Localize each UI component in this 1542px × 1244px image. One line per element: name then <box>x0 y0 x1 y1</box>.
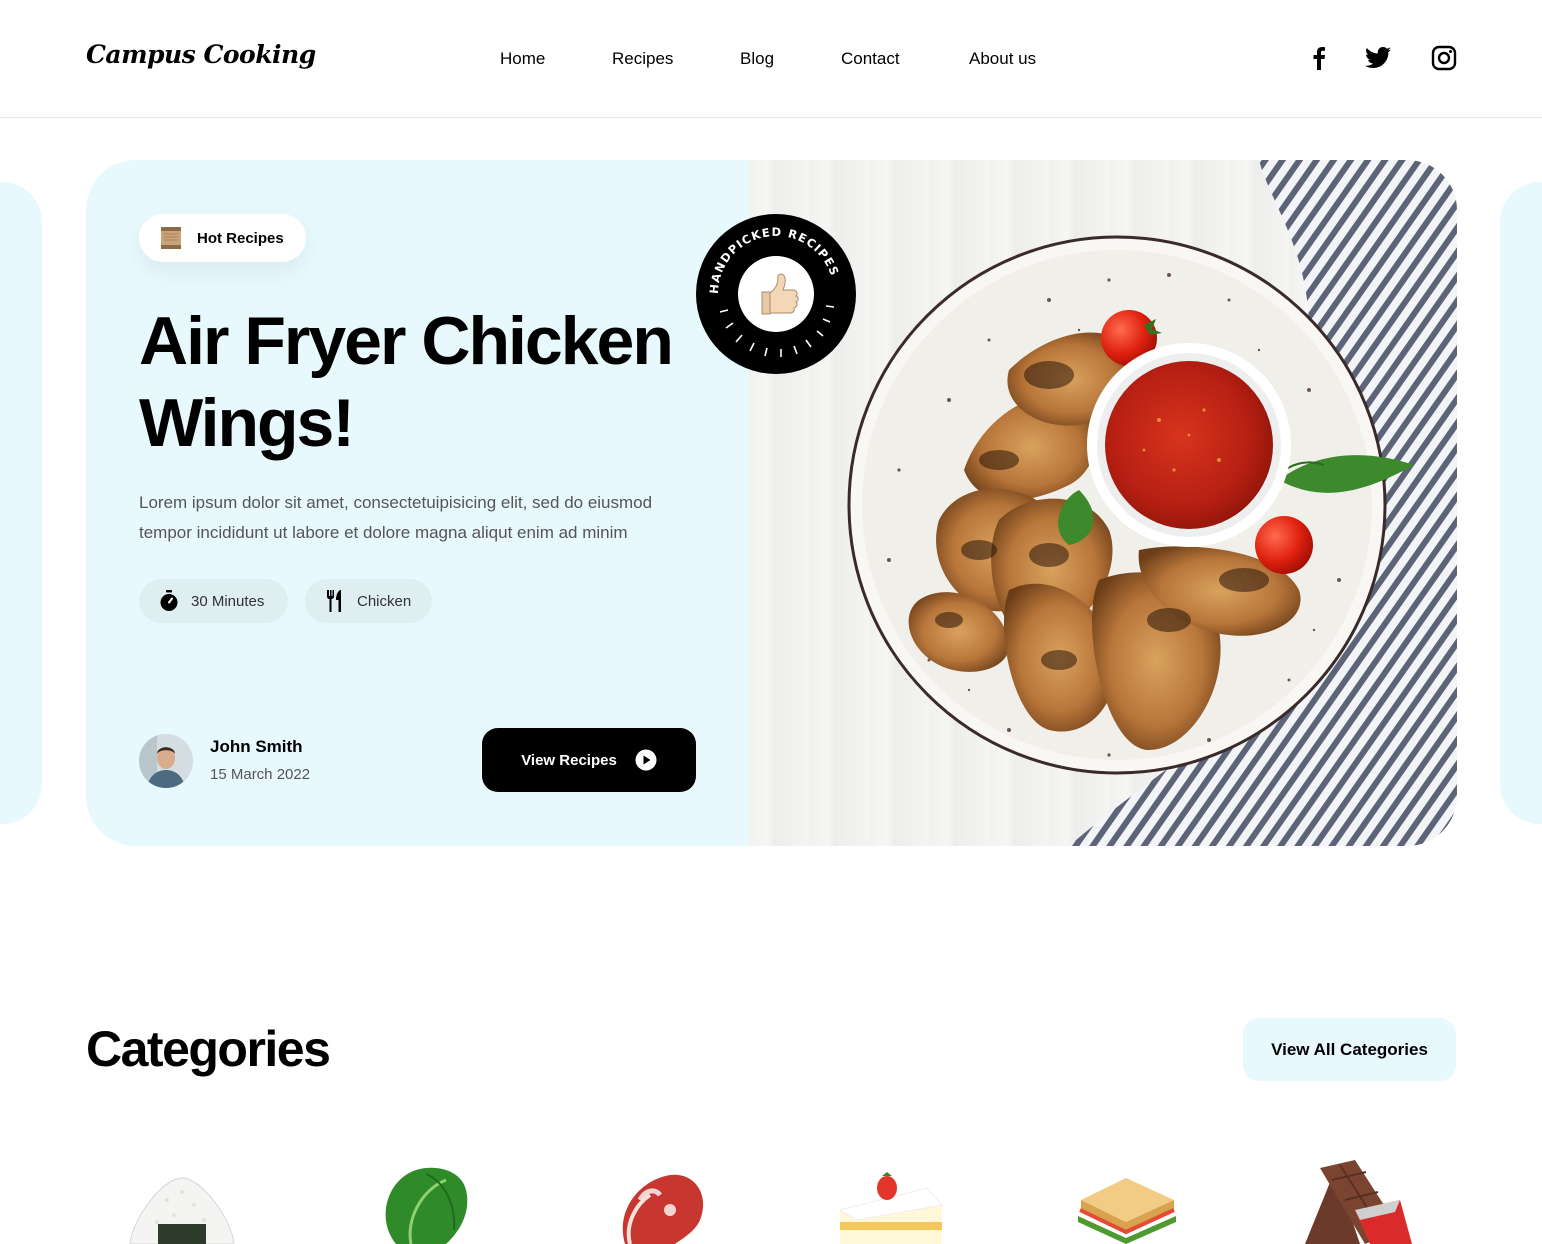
post-date: 15 March 2022 <box>210 766 311 783</box>
carousel-next-card[interactable] <box>1500 182 1542 824</box>
category-vegetables[interactable] <box>366 1160 486 1244</box>
category-meat[interactable] <box>600 1160 720 1244</box>
fork-knife-icon <box>325 590 345 612</box>
instagram-icon[interactable] <box>1430 44 1458 72</box>
nav-recipes[interactable]: Recipes <box>612 49 673 69</box>
play-icon <box>635 749 657 771</box>
hero-description: Lorem ipsum dolor sit amet, consectetuip… <box>139 493 653 542</box>
category-rice[interactable] <box>122 1160 242 1244</box>
scroll-icon <box>159 225 183 251</box>
author-avatar <box>139 734 193 788</box>
categories-heading: Categories <box>86 1021 331 1077</box>
site-logo[interactable]: Campus Cooking <box>86 40 316 69</box>
nav-blog[interactable]: Blog <box>740 49 774 69</box>
tag-label: Hot Recipes <box>197 229 284 247</box>
view-recipes-label: View Recipes <box>521 751 617 769</box>
cook-time-chip: 30 Minutes <box>139 579 288 623</box>
author-name[interactable]: John Smith <box>210 737 303 757</box>
category-chip-label: Chicken <box>357 592 412 610</box>
leafy-green-icon <box>385 1167 468 1244</box>
hero-title: Air Fryer Chicken Wings! <box>139 300 739 464</box>
nav-about-us[interactable]: About us <box>969 49 1036 69</box>
cake-icon <box>838 1172 943 1244</box>
nav-contact[interactable]: Contact <box>841 49 900 69</box>
sandwich-icon <box>1078 1178 1176 1244</box>
hero-title-line-2: Wings! <box>139 385 355 461</box>
cook-time-label: 30 Minutes <box>191 592 265 610</box>
carousel-prev-card[interactable] <box>0 182 42 824</box>
hero-card: HANDPICKED RECIPES Hot Recipes Air Fryer… <box>86 160 1457 846</box>
category-chocolate[interactable] <box>1300 1160 1420 1244</box>
nav-home[interactable]: Home <box>500 49 545 69</box>
category-dessert[interactable] <box>832 1160 952 1244</box>
view-recipes-button[interactable]: View Recipes <box>482 728 696 792</box>
hot-recipes-tag: Hot Recipes <box>139 214 306 262</box>
timer-icon <box>159 590 179 612</box>
rice-ball-icon <box>129 1177 235 1244</box>
steak-icon <box>622 1174 704 1244</box>
view-all-categories-button[interactable]: View All Categories <box>1243 1018 1456 1081</box>
facebook-icon[interactable] <box>1305 44 1333 72</box>
site-header: Campus Cooking Home Recipes Blog Contact… <box>0 0 1542 118</box>
twitter-icon[interactable] <box>1364 44 1392 72</box>
chocolate-bar-icon <box>1305 1160 1412 1244</box>
category-chip: Chicken <box>305 579 432 623</box>
category-snacks[interactable] <box>1066 1160 1186 1244</box>
hero-title-line-1: Air Fryer Chicken <box>139 303 674 379</box>
